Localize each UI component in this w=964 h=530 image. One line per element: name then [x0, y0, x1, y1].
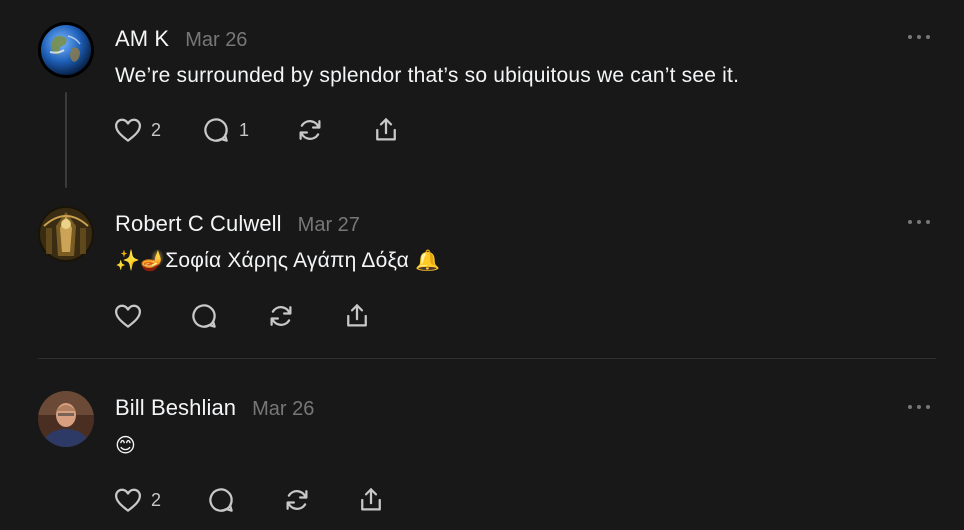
reply-button[interactable] [189, 300, 219, 332]
author-name[interactable]: AM K [115, 26, 169, 52]
post-text: We’re surrounded by splendor that’s so u… [115, 64, 740, 87]
reply-button[interactable] [206, 484, 236, 516]
comment-icon [209, 488, 233, 512]
post-robert-c-culwell[interactable]: Robert C Culwell Mar 27 ✨🪔Σοφία Χάρης Αγ… [0, 190, 964, 358]
bell-emoji: 🔔 [414, 248, 441, 272]
comment-icon [204, 118, 228, 142]
share-button[interactable] [371, 114, 401, 146]
heart-icon [115, 304, 141, 328]
more-options-icon[interactable] [908, 400, 930, 414]
share-icon [376, 118, 396, 141]
share-icon [361, 488, 381, 511]
post-text-greek: Σοφία Χάρης Αγάπη Δόξα [165, 249, 409, 272]
heart-icon [115, 118, 141, 142]
post-text: 😊 [115, 433, 136, 458]
repost-icon [299, 120, 321, 140]
smiling-face-emoji: 😊 [115, 433, 137, 457]
more-options-icon[interactable] [908, 30, 930, 44]
ornate-interior-avatar[interactable] [38, 206, 94, 262]
thread-feed: AM K Mar 26 We’re surrounded by splendor… [0, 0, 964, 530]
like-count: 2 [151, 119, 162, 140]
like-button[interactable]: 2 [113, 484, 161, 516]
post-actions: 2 [113, 484, 403, 516]
like-button[interactable] [113, 300, 143, 332]
repost-button[interactable] [282, 484, 312, 516]
repost-icon [286, 490, 308, 510]
sparkles-lamp-emoji: ✨🪔 [115, 248, 166, 272]
repost-icon [270, 306, 292, 326]
reply-count: 1 [239, 119, 250, 140]
like-button[interactable]: 2 [113, 114, 161, 146]
author-name[interactable]: Robert C Culwell [115, 211, 282, 237]
repost-button[interactable] [295, 114, 325, 146]
more-options-icon[interactable] [908, 215, 930, 229]
reply-button[interactable]: 1 [201, 114, 249, 146]
post-header: Robert C Culwell Mar 27 [115, 211, 360, 237]
post-date[interactable]: Mar 26 [252, 398, 314, 421]
post-bill-beshlian[interactable]: Bill Beshlian Mar 26 😊 2 [0, 359, 964, 530]
comment-icon [192, 304, 216, 328]
man-portrait-avatar[interactable] [38, 391, 94, 447]
repost-button[interactable] [266, 300, 296, 332]
post-header: AM K Mar 26 [115, 26, 247, 52]
post-actions: 2 1 [113, 114, 413, 146]
heart-icon [115, 488, 141, 512]
post-text: ✨🪔Σοφία Χάρης Αγάπη Δόξα 🔔 [115, 248, 440, 273]
author-name[interactable]: Bill Beshlian [115, 395, 236, 421]
share-icon [347, 304, 367, 327]
like-count: 2 [151, 489, 162, 510]
post-header: Bill Beshlian Mar 26 [115, 395, 314, 421]
share-button[interactable] [356, 484, 386, 516]
thread-connector-line [65, 92, 67, 188]
post-am-k[interactable]: AM K Mar 26 We’re surrounded by splendor… [0, 0, 964, 190]
post-actions [113, 300, 373, 332]
share-button[interactable] [342, 300, 372, 332]
post-date[interactable]: Mar 26 [185, 29, 247, 52]
earth-globe-avatar[interactable] [38, 22, 94, 78]
post-date[interactable]: Mar 27 [298, 214, 360, 237]
